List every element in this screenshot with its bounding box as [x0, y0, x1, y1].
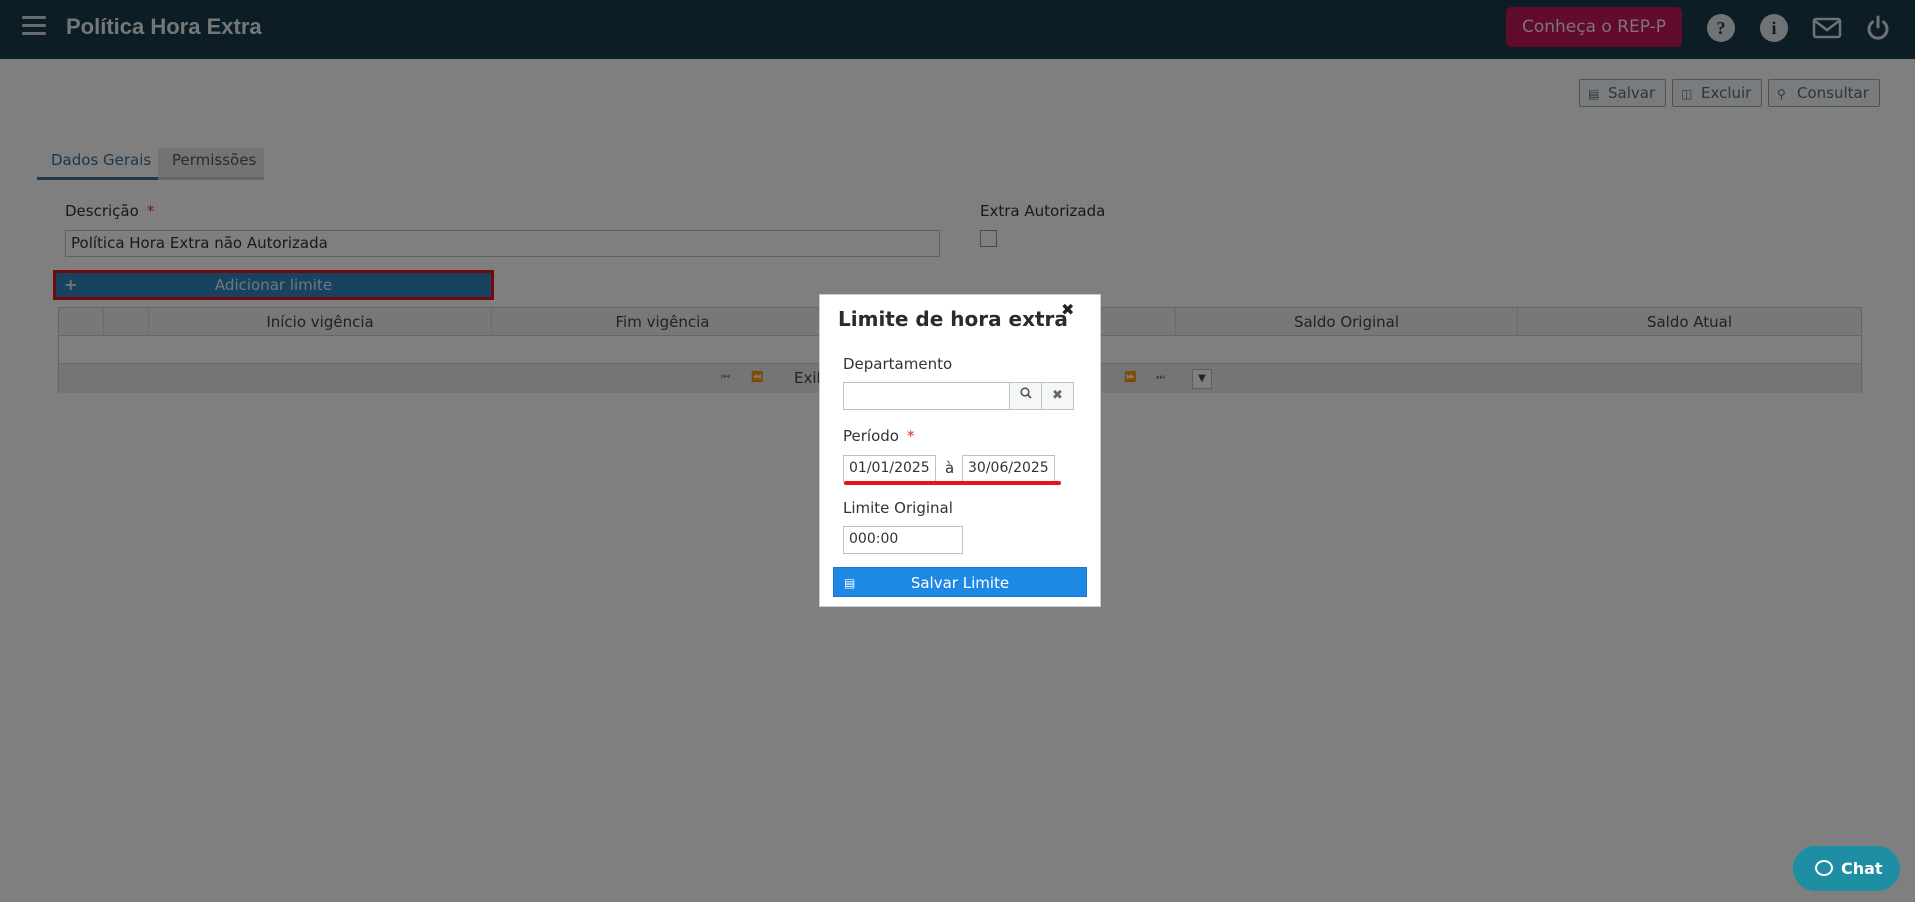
department-search-button[interactable] [1009, 382, 1042, 410]
chat-icon [1815, 860, 1833, 876]
chat-label: Chat [1841, 859, 1883, 878]
save-icon: ▤ [844, 576, 856, 590]
chat-button[interactable]: Chat [1793, 846, 1900, 891]
highlight-underline [844, 481, 1061, 485]
period-separator: à [945, 459, 955, 477]
clear-icon: ✖ [1052, 388, 1063, 403]
department-input[interactable] [843, 382, 1010, 410]
department-label: Departamento [843, 355, 953, 373]
department-clear-button[interactable]: ✖ [1041, 382, 1074, 410]
period-start-input[interactable]: 01/01/2025 [843, 455, 936, 483]
limit-dialog: Limite de hora extra ✖ Departamento ✖ Pe… [819, 294, 1101, 607]
save-limit-button[interactable]: ▤ Salvar Limite [833, 567, 1087, 597]
dialog-title: Limite de hora extra [838, 307, 1068, 331]
close-icon[interactable]: ✖ [1061, 300, 1074, 319]
search-icon [1019, 387, 1032, 399]
limit-original-label: Limite Original [843, 499, 953, 517]
period-label: Período * [843, 427, 914, 445]
required-marker: * [906, 427, 915, 445]
period-label-text: Período [843, 427, 899, 445]
limit-original-input[interactable]: 000:00 [843, 526, 963, 554]
save-limit-label: Salvar Limite [910, 574, 1010, 592]
period-end-input[interactable]: 30/06/2025 [962, 455, 1055, 483]
